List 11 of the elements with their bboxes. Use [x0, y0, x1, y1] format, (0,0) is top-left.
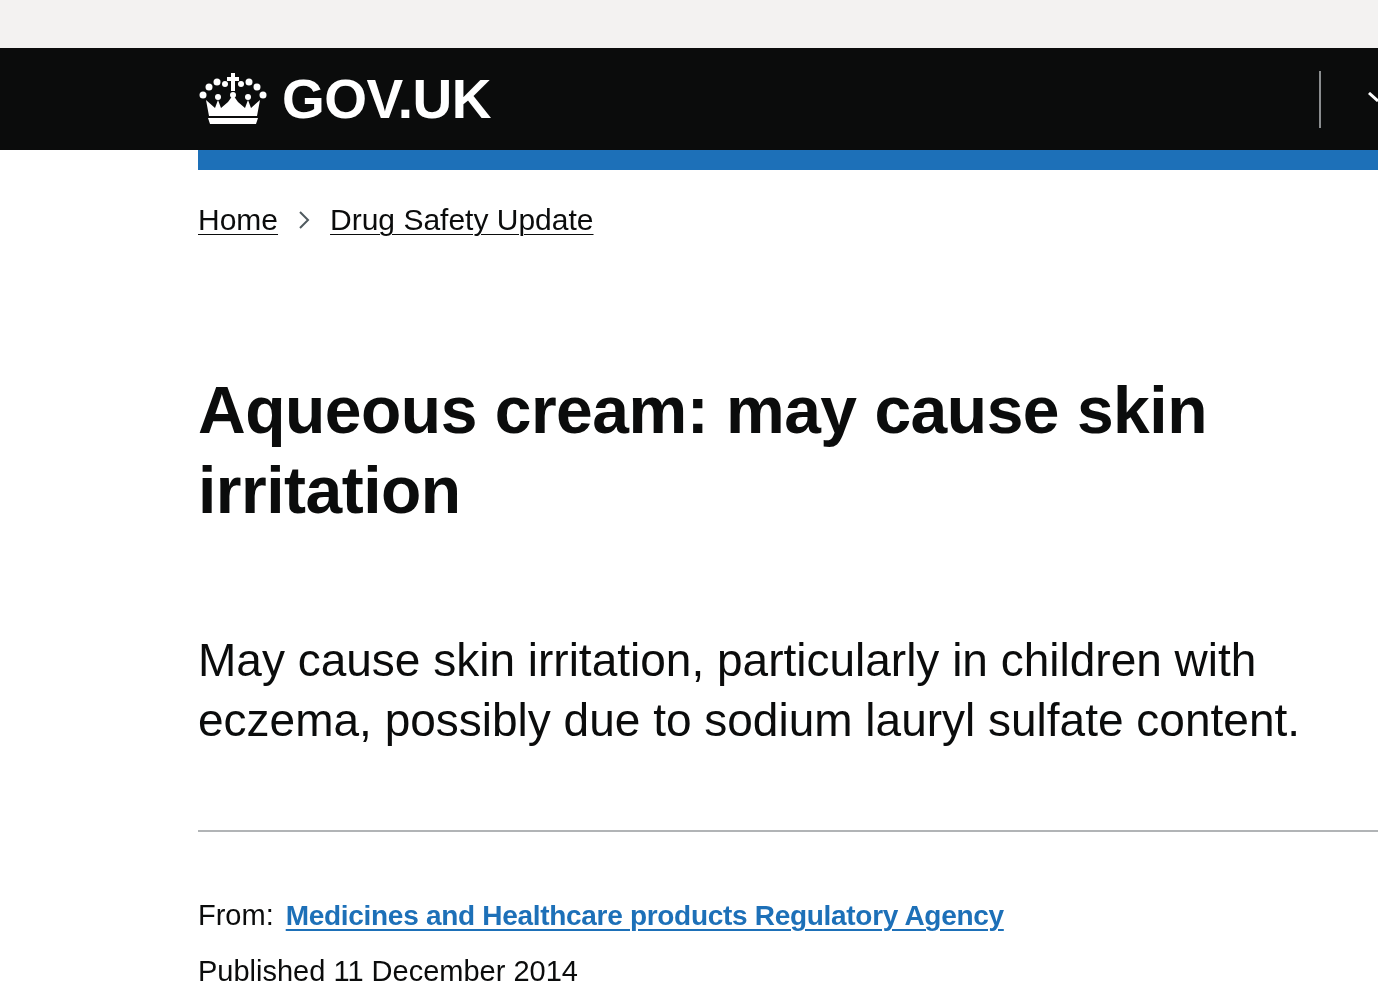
summary-text: May cause skin irritation, particularly in children with eczema, possibly due to sodium lauryl sulfate content. — [198, 633, 1302, 748]
breadcrumb-link[interactable]: Drug Safety Update — [330, 202, 594, 238]
from-label: From: — [198, 898, 274, 933]
page-title: Aqueous cream: may cause skin irritation — [198, 372, 1208, 529]
logo-link[interactable]: GOV.UK — [198, 71, 491, 127]
crown-icon — [198, 73, 268, 125]
published-date: Published 11 December 2014 — [198, 954, 578, 989]
chevron-icon[interactable] — [1368, 92, 1378, 102]
organisation-link[interactable]: Medicines and Healthcare products Regulatory Agency — [285, 896, 1004, 936]
breadcrumb-link[interactable]: Home — [198, 202, 279, 238]
chevron-icon — [298, 210, 311, 230]
